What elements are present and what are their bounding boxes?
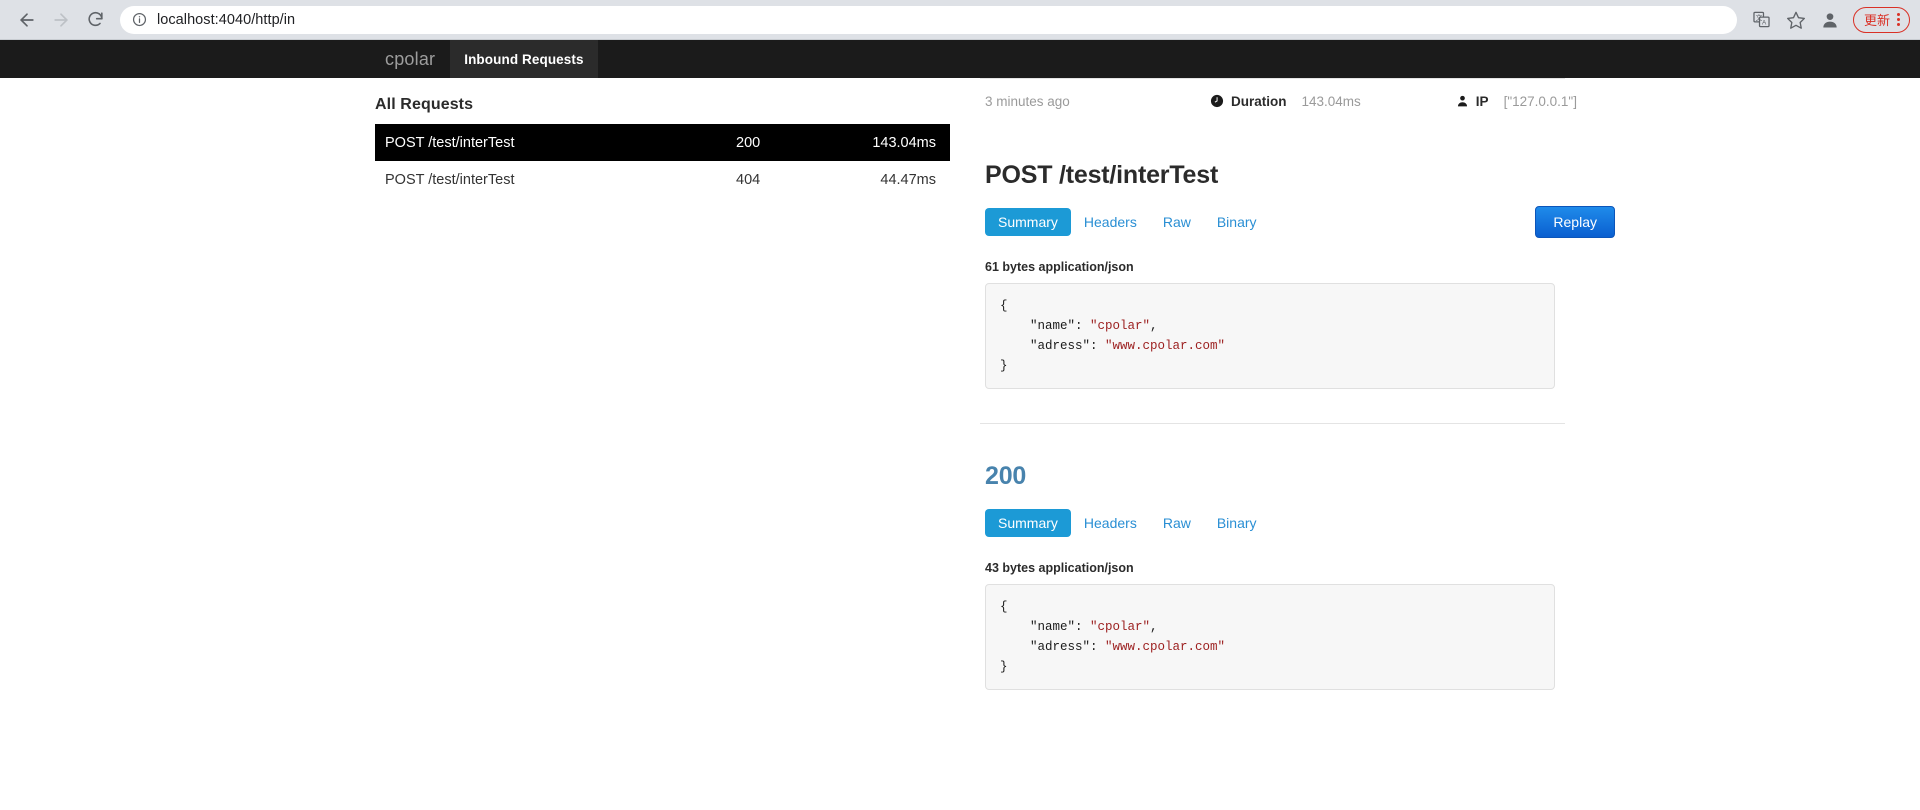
json-line: "name": "cpolar",	[1000, 316, 1540, 336]
reload-icon	[87, 11, 103, 27]
response-tabs-group: Summary Headers Raw Binary	[985, 509, 1270, 537]
json-key: "adress":	[1000, 640, 1106, 654]
clock-icon	[1210, 94, 1224, 108]
reload-button[interactable]	[78, 3, 112, 37]
request-row[interactable]: POST /test/interTest 200 143.04ms	[375, 124, 950, 161]
address-bar[interactable]: localhost:4040/http/in	[120, 5, 1737, 34]
request-row-duration: 44.47ms	[880, 171, 936, 188]
response-tab-raw[interactable]: Raw	[1150, 509, 1204, 537]
request-detail-pane: 3 minutes ago Duration 143.04ms IP ["127…	[965, 78, 1920, 810]
request-tabs-group: Summary Headers Raw Binary	[985, 208, 1270, 236]
json-line: }	[1000, 660, 1008, 674]
response-status-title: 200	[985, 462, 1027, 490]
back-button[interactable]	[10, 3, 44, 37]
json-value: "www.cpolar.com"	[1105, 339, 1226, 353]
ip-group: IP ["127.0.0.1"]	[1456, 94, 1577, 109]
all-requests-heading: All Requests	[375, 96, 474, 113]
json-line: }	[1000, 359, 1008, 373]
forward-arrow-icon	[54, 12, 68, 27]
bookmark-star-icon[interactable]	[1781, 5, 1811, 35]
response-tab-summary[interactable]: Summary	[985, 509, 1071, 537]
duration-label: Duration	[1231, 93, 1287, 109]
brand-logo[interactable]: cpolar	[370, 40, 450, 78]
json-line: {	[1000, 600, 1008, 614]
requests-list: POST /test/interTest 200 143.04ms POST /tes…	[375, 124, 950, 198]
response-tab-binary[interactable]: Binary	[1204, 509, 1270, 537]
json-key: "name":	[1000, 319, 1091, 333]
person-icon	[1456, 94, 1469, 108]
request-tab-binary[interactable]: Binary	[1204, 208, 1270, 236]
request-row-path: POST /test/interTest	[385, 134, 515, 151]
request-row[interactable]: POST /test/interTest 404 44.47ms	[375, 161, 950, 198]
request-body-json: { "name": "cpolar", "adress": "www.cpola…	[985, 283, 1555, 389]
app-navbar: cpolar Inbound Requests	[0, 40, 1920, 78]
json-punct: ,	[1150, 319, 1158, 333]
translate-icon[interactable]: 文 A	[1747, 5, 1777, 35]
request-row-path: POST /test/interTest	[385, 171, 515, 188]
request-bytes-label: 61 bytes application/json	[985, 260, 1134, 274]
profile-avatar-icon[interactable]	[1815, 5, 1845, 35]
json-line: "adress": "www.cpolar.com"	[1000, 336, 1540, 356]
site-info-icon[interactable]	[132, 12, 147, 27]
chrome-menu-icon[interactable]	[1892, 13, 1905, 26]
requests-pane: All Requests POST /test/interTest 200 143.…	[0, 78, 965, 810]
ip-value: ["127.0.0.1"]	[1503, 93, 1577, 109]
json-value: "cpolar"	[1090, 319, 1151, 333]
request-tab-summary[interactable]: Summary	[985, 208, 1071, 236]
response-body-json: { "name": "cpolar", "adress": "www.cpola…	[985, 584, 1555, 690]
json-key: "name":	[1000, 620, 1091, 634]
json-value: "cpolar"	[1090, 620, 1151, 634]
replay-button[interactable]: Replay	[1535, 206, 1615, 238]
json-key: "adress":	[1000, 339, 1106, 353]
response-tabs: Summary Headers Raw Binary	[985, 507, 1920, 539]
toolbar-actions: 文 A 更新	[1747, 5, 1910, 35]
browser-toolbar: localhost:4040/http/in 文 A 更新	[0, 0, 1920, 40]
duration-group: Duration 143.04ms	[1210, 94, 1361, 109]
update-button[interactable]: 更新	[1852, 6, 1910, 33]
json-line: {	[1000, 299, 1008, 313]
json-line: "adress": "www.cpolar.com"	[1000, 637, 1540, 657]
request-timestamp: 3 minutes ago	[985, 93, 1070, 109]
request-tab-headers[interactable]: Headers	[1071, 208, 1150, 236]
request-row-status: 404	[736, 171, 761, 188]
back-arrow-icon	[20, 12, 34, 27]
json-punct: ,	[1150, 620, 1158, 634]
response-bytes-label: 43 bytes application/json	[985, 561, 1134, 575]
request-row-status: 200	[736, 134, 761, 151]
detail-section-divider	[980, 423, 1565, 424]
duration-value: 143.04ms	[1301, 93, 1361, 109]
update-button-label: 更新	[1863, 13, 1890, 28]
request-row-duration: 143.04ms	[872, 134, 936, 151]
ip-label: IP	[1475, 93, 1489, 109]
request-tab-raw[interactable]: Raw	[1150, 208, 1204, 236]
response-tab-headers[interactable]: Headers	[1071, 509, 1150, 537]
json-value: "www.cpolar.com"	[1105, 640, 1226, 654]
request-title: POST /test/interTest	[985, 161, 1219, 189]
forward-button[interactable]	[44, 3, 78, 37]
json-line: "name": "cpolar",	[1000, 617, 1540, 637]
request-meta-row: 3 minutes ago Duration 143.04ms IP ["127…	[980, 79, 1920, 123]
page-body: All Requests POST /test/interTest 200 143.…	[0, 78, 1920, 810]
request-tabs: Summary Headers Raw Binary Replay	[985, 206, 1920, 238]
tab-inbound-requests[interactable]: Inbound Requests	[450, 40, 598, 78]
url-text: localhost:4040/http/in	[157, 11, 296, 28]
